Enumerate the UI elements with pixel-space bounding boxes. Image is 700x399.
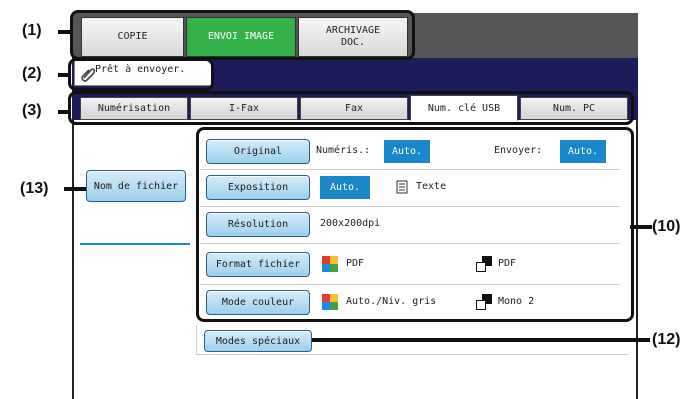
callout-leader xyxy=(630,225,652,229)
callout-label-12: (12) xyxy=(652,331,681,348)
callout-frame-1 xyxy=(70,10,415,60)
filename-button[interactable]: Nom de fichier xyxy=(86,170,186,202)
special-modes-label: Modes spéciaux xyxy=(215,335,301,347)
callout-leader xyxy=(312,338,650,342)
callout-frame-10 xyxy=(196,127,634,322)
callout-label-3: (3) xyxy=(22,102,42,119)
callout-leader xyxy=(58,110,70,114)
callout-label-13: (13) xyxy=(20,180,49,197)
callout-label-10: (10) xyxy=(652,218,681,235)
filename-label: Nom de fichier xyxy=(93,180,179,192)
callout-frame-3 xyxy=(68,91,634,125)
callout-leader xyxy=(58,30,72,34)
callout-frame-2 xyxy=(68,58,214,91)
callout-leader xyxy=(58,73,70,77)
callout-label-2: (2) xyxy=(22,65,42,82)
left-divider xyxy=(80,243,190,245)
callout-label-1: (1) xyxy=(22,22,42,39)
callout-leader xyxy=(64,187,86,191)
special-modes-button[interactable]: Modes spéciaux xyxy=(204,330,312,352)
